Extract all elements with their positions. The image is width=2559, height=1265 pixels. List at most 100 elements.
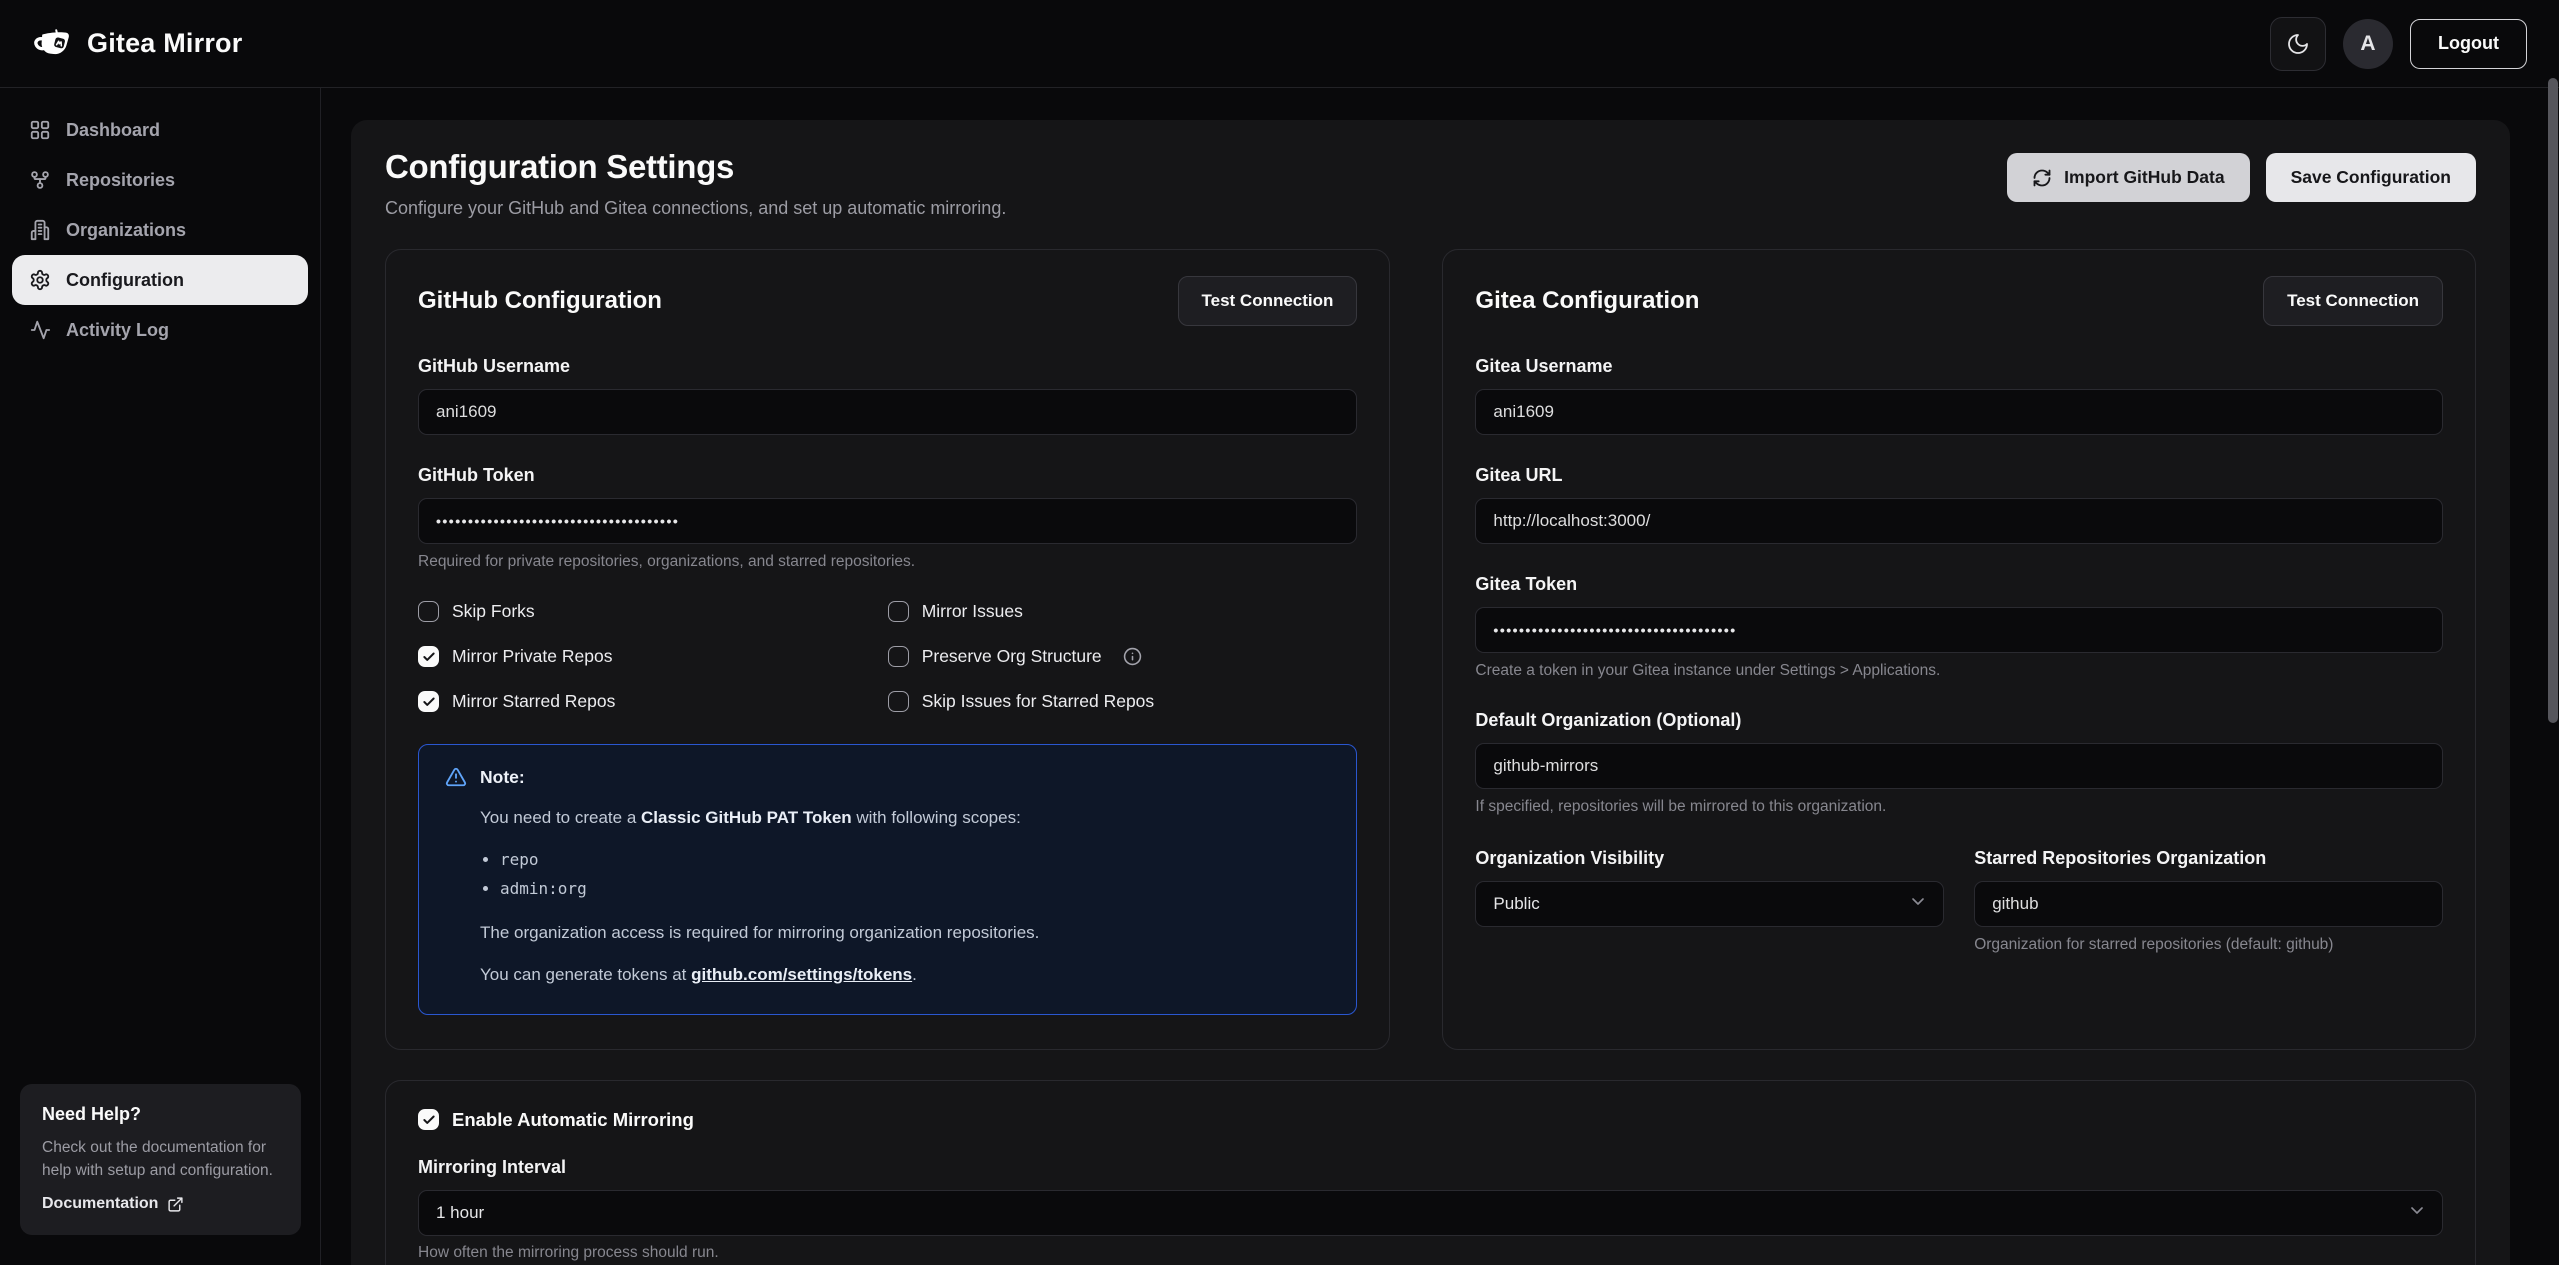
enable-automatic-mirroring-label: Enable Automatic Mirroring bbox=[452, 1109, 694, 1131]
refresh-icon bbox=[2032, 168, 2052, 188]
chevron-down-icon bbox=[1908, 892, 1928, 917]
checkbox-icon[interactable] bbox=[888, 646, 909, 667]
default-organization-input[interactable] bbox=[1475, 743, 2443, 789]
panel-actions: Import GitHub Data Save Configuration bbox=[2007, 153, 2476, 202]
gitea-url-input[interactable] bbox=[1475, 498, 2443, 544]
gitea-token-help: Create a token in your Gitea instance un… bbox=[1475, 662, 2443, 680]
activity-icon bbox=[29, 319, 51, 341]
sidebar-item-repositories[interactable]: Repositories bbox=[12, 155, 308, 205]
sidebar-item-label: Organizations bbox=[66, 220, 186, 241]
save-configuration-button[interactable]: Save Configuration bbox=[2266, 153, 2476, 202]
topbar-actions: A Logout bbox=[2270, 17, 2527, 71]
github-username-input[interactable] bbox=[418, 389, 1357, 435]
brand: Gitea Mirror bbox=[32, 24, 242, 64]
gitea-url-label: Gitea URL bbox=[1475, 465, 2443, 486]
mirroring-interval-label: Mirroring Interval bbox=[418, 1157, 2443, 1178]
starred-repos-org-input[interactable] bbox=[1974, 881, 2443, 927]
chevron-down-icon bbox=[2407, 1200, 2427, 1225]
organization-visibility-label: Organization Visibility bbox=[1475, 848, 1944, 869]
vertical-scrollbar[interactable] bbox=[2548, 78, 2558, 723]
sidebar-item-configuration[interactable]: Configuration bbox=[12, 255, 308, 305]
gitea-username-input[interactable] bbox=[1475, 389, 2443, 435]
config-cards-row: GitHub Configuration Test Connection Git… bbox=[385, 249, 2476, 1050]
top-bar: Gitea Mirror A Logout bbox=[0, 0, 2559, 88]
gitea-token-label: Gitea Token bbox=[1475, 574, 2443, 595]
external-link-icon bbox=[167, 1196, 184, 1213]
mirror-private-repos-checkbox-row[interactable]: Mirror Private Repos bbox=[418, 646, 888, 667]
info-icon[interactable] bbox=[1123, 647, 1142, 666]
checkbox-icon[interactable] bbox=[418, 691, 439, 712]
mirror-starred-repos-checkbox-row[interactable]: Mirror Starred Repos bbox=[418, 691, 888, 712]
note-line-3: You can generate tokens at github.com/se… bbox=[480, 964, 1330, 987]
gitea-token-input[interactable] bbox=[1475, 607, 2443, 653]
user-avatar[interactable]: A bbox=[2343, 19, 2393, 69]
note-title: Note: bbox=[480, 767, 525, 788]
theme-toggle-button[interactable] bbox=[2270, 17, 2326, 71]
tokens-link[interactable]: github.com/settings/tokens bbox=[691, 965, 912, 984]
scope-item: admin:org bbox=[500, 874, 1330, 903]
github-configuration-card: GitHub Configuration Test Connection Git… bbox=[385, 249, 1390, 1050]
checkbox-icon[interactable] bbox=[418, 1109, 439, 1130]
github-card-title: GitHub Configuration bbox=[418, 287, 662, 315]
checkbox-icon[interactable] bbox=[888, 601, 909, 622]
scope-item: repo bbox=[500, 845, 1330, 874]
preserve-org-structure-checkbox-row[interactable]: Preserve Org Structure bbox=[888, 646, 1358, 667]
sidebar-item-label: Dashboard bbox=[66, 120, 160, 141]
mirroring-interval-help: How often the mirroring process should r… bbox=[418, 1244, 2443, 1262]
note-line-1: You need to create a Classic GitHub PAT … bbox=[480, 807, 1330, 830]
logout-button[interactable]: Logout bbox=[2410, 19, 2527, 69]
help-title: Need Help? bbox=[42, 1104, 279, 1125]
import-github-data-button[interactable]: Import GitHub Data bbox=[2007, 153, 2249, 202]
sidebar-item-label: Configuration bbox=[66, 270, 184, 291]
git-fork-icon bbox=[29, 169, 51, 191]
moon-icon bbox=[2286, 32, 2310, 56]
starred-repos-org-help: Organization for starred repositories (d… bbox=[1974, 936, 2443, 954]
checkbox-icon[interactable] bbox=[418, 601, 439, 622]
github-token-input[interactable] bbox=[418, 498, 1357, 544]
checkbox-icon[interactable] bbox=[418, 646, 439, 667]
sidebar-item-activity-log[interactable]: Activity Log bbox=[12, 305, 308, 355]
gitea-test-connection-button[interactable]: Test Connection bbox=[2263, 276, 2443, 326]
default-organization-label: Default Organization (Optional) bbox=[1475, 710, 2443, 731]
gear-icon bbox=[29, 269, 51, 291]
mirror-issues-checkbox-row[interactable]: Mirror Issues bbox=[888, 601, 1358, 622]
sidebar: Dashboard Repositories bbox=[0, 88, 321, 1265]
github-token-label: GitHub Token bbox=[418, 465, 1357, 486]
gitea-mirror-logo-icon bbox=[32, 24, 72, 64]
need-help-card: Need Help? Check out the documentation f… bbox=[20, 1084, 301, 1236]
enable-automatic-mirroring-row[interactable]: Enable Automatic Mirroring bbox=[418, 1109, 2443, 1131]
body-row: Dashboard Repositories bbox=[0, 88, 2559, 1265]
skip-issues-starred-checkbox-row[interactable]: Skip Issues for Starred Repos bbox=[888, 691, 1358, 712]
starred-repos-org-label: Starred Repositories Organization bbox=[1974, 848, 2443, 869]
sidebar-item-dashboard[interactable]: Dashboard bbox=[12, 105, 308, 155]
skip-forks-checkbox-row[interactable]: Skip Forks bbox=[418, 601, 888, 622]
checkbox-icon[interactable] bbox=[888, 691, 909, 712]
pat-token-note: Note: You need to create a Classic GitHu… bbox=[418, 744, 1357, 1015]
sidebar-item-label: Activity Log bbox=[66, 320, 169, 341]
dashboard-icon bbox=[29, 119, 51, 141]
github-token-help: Required for private repositories, organ… bbox=[418, 553, 1357, 571]
avatar-letter: A bbox=[2360, 32, 2375, 56]
building-icon bbox=[29, 219, 51, 241]
page-subtitle: Configure your GitHub and Gitea connecti… bbox=[385, 198, 1006, 219]
main-area: Configuration Settings Configure your Gi… bbox=[321, 88, 2559, 1265]
organization-visibility-select[interactable]: Public bbox=[1475, 881, 1944, 927]
default-organization-help: If specified, repositories will be mirro… bbox=[1475, 798, 2443, 816]
brand-title: Gitea Mirror bbox=[87, 28, 242, 59]
sidebar-item-label: Repositories bbox=[66, 170, 175, 191]
mirroring-interval-select[interactable]: 1 hour bbox=[418, 1190, 2443, 1236]
alert-triangle-icon bbox=[445, 766, 467, 788]
app-root: Gitea Mirror A Logout bbox=[0, 0, 2559, 1265]
github-test-connection-button[interactable]: Test Connection bbox=[1178, 276, 1358, 326]
help-body: Check out the documentation for help wit… bbox=[42, 1136, 279, 1183]
documentation-link[interactable]: Documentation bbox=[42, 1195, 279, 1213]
note-scope-list: repo admin:org bbox=[480, 845, 1330, 903]
configuration-panel: Configuration Settings Configure your Gi… bbox=[351, 120, 2510, 1265]
page-title: Configuration Settings bbox=[385, 148, 1006, 186]
sidebar-item-organizations[interactable]: Organizations bbox=[12, 205, 308, 255]
gitea-configuration-card: Gitea Configuration Test Connection Gite… bbox=[1442, 249, 2476, 1050]
github-options: Skip Forks Mirror Private Repos bbox=[418, 601, 1357, 712]
note-line-2: The organization access is required for … bbox=[480, 922, 1330, 945]
panel-header: Configuration Settings Configure your Gi… bbox=[385, 148, 2476, 219]
github-username-label: GitHub Username bbox=[418, 356, 1357, 377]
